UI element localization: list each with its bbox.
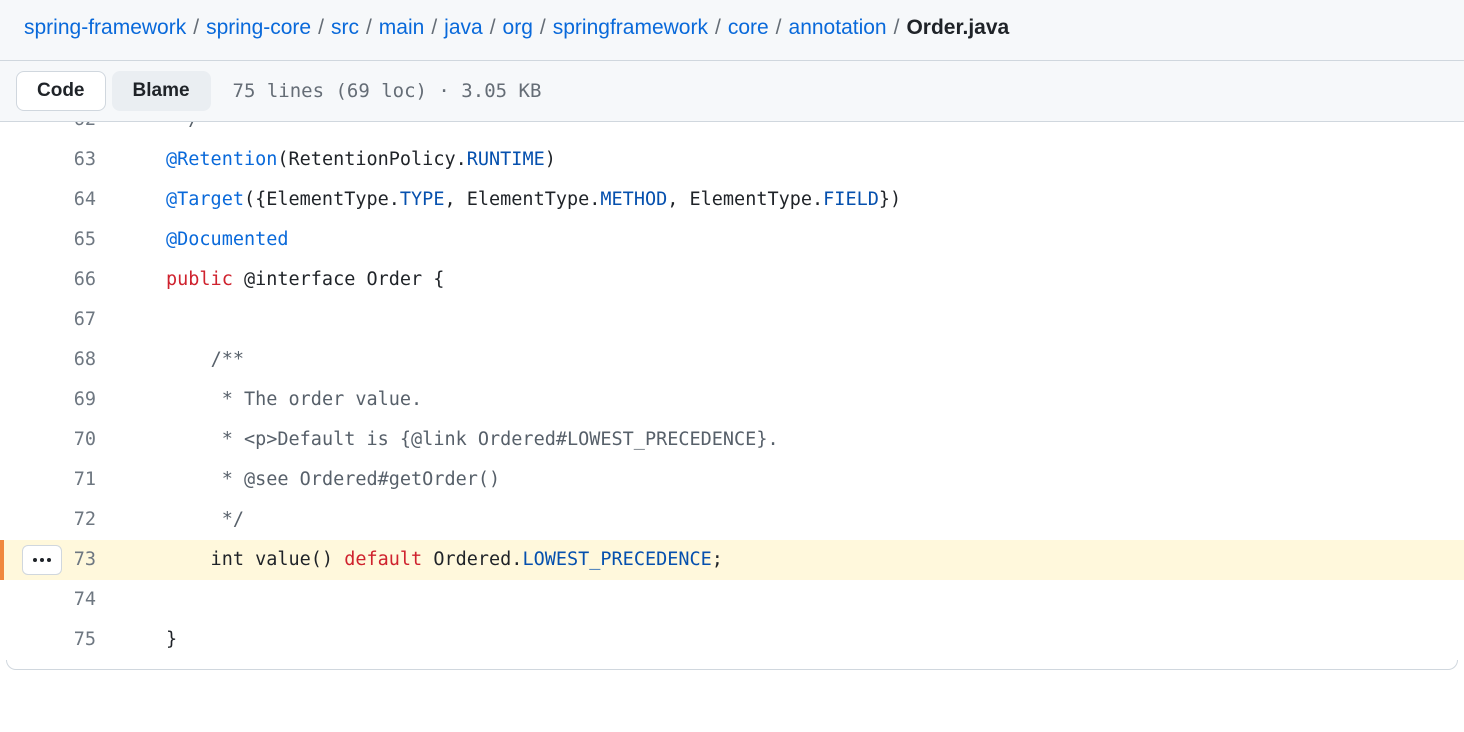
line-number[interactable]: 70 (0, 420, 118, 460)
breadcrumb-separator: / (715, 16, 721, 40)
code-content: /** (118, 340, 1464, 380)
code-content: @Target({ElementType.TYPE, ElementType.M… (118, 180, 1464, 220)
code-line: 64@Target({ElementType.TYPE, ElementType… (0, 180, 1464, 220)
code-line: 72 */ (0, 500, 1464, 540)
code-content: } (118, 620, 1464, 660)
code-line: 70 * <p>Default is {@link Ordered#LOWEST… (0, 420, 1464, 460)
code-content (118, 300, 1464, 340)
line-number[interactable]: 74 (0, 580, 118, 620)
code-line: 63@Retention(RetentionPolicy.RUNTIME) (0, 140, 1464, 180)
line-number[interactable]: 64 (0, 180, 118, 220)
breadcrumb-separator: / (540, 16, 546, 40)
line-number[interactable]: 69 (0, 380, 118, 420)
code-content: * The order value. (118, 380, 1464, 420)
breadcrumb-separator: / (776, 16, 782, 40)
breadcrumb-link[interactable]: org (503, 16, 533, 40)
code-line: 68 /** (0, 340, 1464, 380)
code-line: 74 (0, 580, 1464, 620)
line-number[interactable]: 67 (0, 300, 118, 340)
code-line: 73 int value() default Ordered.LOWEST_PR… (0, 540, 1464, 580)
code-content: @Documented (118, 220, 1464, 260)
breadcrumb-link[interactable]: main (379, 16, 425, 40)
breadcrumb-link[interactable]: springframework (553, 16, 708, 40)
code-line: 69 * The order value. (0, 380, 1464, 420)
breadcrumb-separator: / (366, 16, 372, 40)
code-content (118, 580, 1464, 620)
code-tab[interactable]: Code (16, 71, 106, 111)
code-area: 62 */63@Retention(RetentionPolicy.RUNTIM… (0, 122, 1464, 660)
breadcrumb-link[interactable]: src (331, 16, 359, 40)
code-line: 66public @interface Order { (0, 260, 1464, 300)
line-number[interactable]: 65 (0, 220, 118, 260)
file-toolbar: Code Blame 75 lines (69 loc) · 3.05 KB (0, 61, 1464, 122)
breadcrumb-link[interactable]: spring-core (206, 16, 311, 40)
breadcrumb-link[interactable]: annotation (789, 16, 887, 40)
line-actions-button[interactable] (22, 545, 62, 575)
line-number[interactable]: 75 (0, 620, 118, 660)
breadcrumb-link[interactable]: spring-framework (24, 16, 186, 40)
file-meta: 75 lines (69 loc) · 3.05 KB (233, 80, 542, 102)
line-number[interactable]: 68 (0, 340, 118, 380)
code-content: @Retention(RetentionPolicy.RUNTIME) (118, 140, 1464, 180)
breadcrumb: spring-framework/spring-core/src/main/ja… (24, 16, 1440, 40)
code-line: 67 (0, 300, 1464, 340)
code-content: */ (118, 500, 1464, 540)
line-number[interactable]: 63 (0, 140, 118, 180)
breadcrumb-separator: / (193, 16, 199, 40)
code-line: 75} (0, 620, 1464, 660)
code-line: 71 * @see Ordered#getOrder() (0, 460, 1464, 500)
breadcrumb-current: Order.java (906, 16, 1009, 40)
breadcrumb-separator: / (490, 16, 496, 40)
breadcrumb-separator: / (894, 16, 900, 40)
breadcrumb-link[interactable]: java (444, 16, 483, 40)
highlight-indicator (0, 540, 4, 580)
code-content: * <p>Default is {@link Ordered#LOWEST_PR… (118, 420, 1464, 460)
breadcrumb-separator: / (318, 16, 324, 40)
code-content: public @interface Order { (118, 260, 1464, 300)
breadcrumb-header: spring-framework/spring-core/src/main/ja… (0, 0, 1464, 61)
code-line: 65@Documented (0, 220, 1464, 260)
panel-border-bottom (6, 660, 1458, 670)
ellipsis-icon (33, 558, 51, 562)
blame-tab[interactable]: Blame (112, 71, 211, 111)
line-number[interactable]: 66 (0, 260, 118, 300)
breadcrumb-link[interactable]: core (728, 16, 769, 40)
line-number[interactable]: 71 (0, 460, 118, 500)
code-content: int value() default Ordered.LOWEST_PRECE… (118, 540, 1464, 580)
line-number[interactable]: 72 (0, 500, 118, 540)
code-line: 62 */ (0, 122, 1464, 140)
code-content: * @see Ordered#getOrder() (118, 460, 1464, 500)
view-switcher: Code Blame (16, 71, 211, 111)
breadcrumb-separator: / (431, 16, 437, 40)
